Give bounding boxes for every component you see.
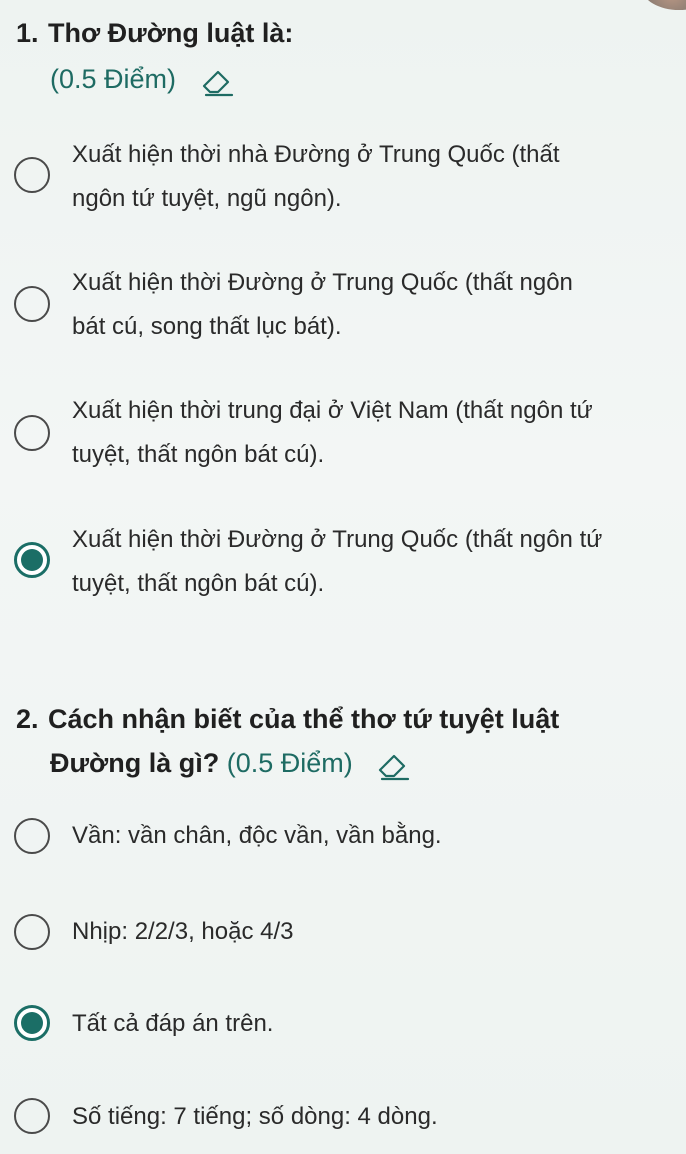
question-2-number: 2. xyxy=(16,704,39,734)
option-label: Nhịp: 2/2/3, hoặc 4/3 xyxy=(72,918,294,945)
avatar xyxy=(642,0,686,10)
radio-button-selected[interactable] xyxy=(14,1005,50,1041)
option-label: Xuất hiện thời Đường ở Trung Quốc (thất … xyxy=(72,526,603,597)
radio-button[interactable] xyxy=(14,157,50,193)
eraser-icon[interactable] xyxy=(374,748,412,782)
question-1-points-line: (0.5 Điểm) xyxy=(50,60,236,98)
radio-button-selected[interactable] xyxy=(14,542,50,578)
question-2-title: 2. Cách nhận biết của thể thơ tứ tuyệt lu… xyxy=(16,700,559,738)
question-2-text-line1: Cách nhận biết của thể thơ tứ tuyệt luật xyxy=(48,704,560,734)
question-2-text-line2: Đường là gì? xyxy=(50,748,220,778)
radio-button[interactable] xyxy=(14,1098,50,1134)
eraser-icon[interactable] xyxy=(198,64,236,98)
question-1-points: (0.5 Điểm) xyxy=(50,64,177,94)
radio-button[interactable] xyxy=(14,818,50,854)
option-label: Tất cả đáp án trên. xyxy=(72,1010,274,1037)
question-2-points: (0.5 Điểm) xyxy=(226,748,353,778)
question-2-title-line2: Đường là gì? (0.5 Điểm) xyxy=(50,744,412,782)
option-label: Vần: vần chân, độc vần, vần bằng. xyxy=(72,822,442,849)
radio-button[interactable] xyxy=(14,286,50,322)
radio-button[interactable] xyxy=(14,914,50,950)
question-1-title: 1. Thơ Đường luật là: xyxy=(16,14,293,52)
option-label: Xuất hiện thời trung đại ở Việt Nam (thấ… xyxy=(72,397,593,468)
radio-button[interactable] xyxy=(14,415,50,451)
option-label: Số tiếng: 7 tiếng; số dòng: 4 dòng. xyxy=(72,1103,438,1130)
option-label: Xuất hiện thời nhà Đường ở Trung Quốc (t… xyxy=(72,141,560,212)
option-label: Xuất hiện thời Đường ở Trung Quốc (thất … xyxy=(72,269,573,340)
question-1-number: 1. xyxy=(16,18,39,48)
question-1-text: Thơ Đường luật là: xyxy=(48,18,294,48)
